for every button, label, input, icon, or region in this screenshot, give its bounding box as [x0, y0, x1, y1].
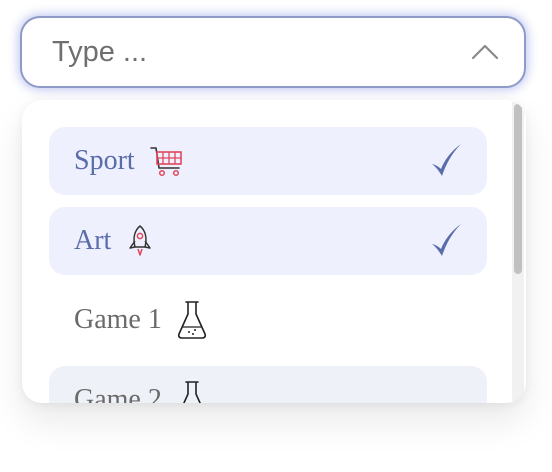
- option-label: Game 2: [74, 384, 162, 403]
- options-dropdown: Sport Art Game 1 Game 2: [22, 100, 526, 403]
- option-label: Art: [74, 225, 112, 256]
- option-sport[interactable]: Sport: [49, 127, 487, 195]
- flask-icon: [176, 380, 208, 403]
- scrollbar-thumb[interactable]: [514, 104, 522, 274]
- option-art[interactable]: Art: [49, 207, 487, 275]
- shopping-cart-icon: [149, 144, 185, 178]
- option-game-1[interactable]: Game 1: [49, 286, 487, 354]
- scrollbar-track[interactable]: [512, 102, 524, 401]
- chevron-up-icon[interactable]: [470, 40, 500, 64]
- search-combobox[interactable]: [20, 16, 526, 88]
- option-game-2[interactable]: Game 2: [49, 366, 487, 403]
- option-label: Game 1: [74, 304, 162, 335]
- checkmark-icon: [432, 224, 461, 256]
- options-list: Sport Art Game 1 Game 2: [22, 100, 510, 403]
- rocket-icon: [125, 224, 155, 258]
- flask-icon: [176, 300, 208, 340]
- checkmark-icon: [432, 144, 461, 176]
- search-input[interactable]: [52, 35, 432, 69]
- option-label: Sport: [74, 145, 135, 176]
